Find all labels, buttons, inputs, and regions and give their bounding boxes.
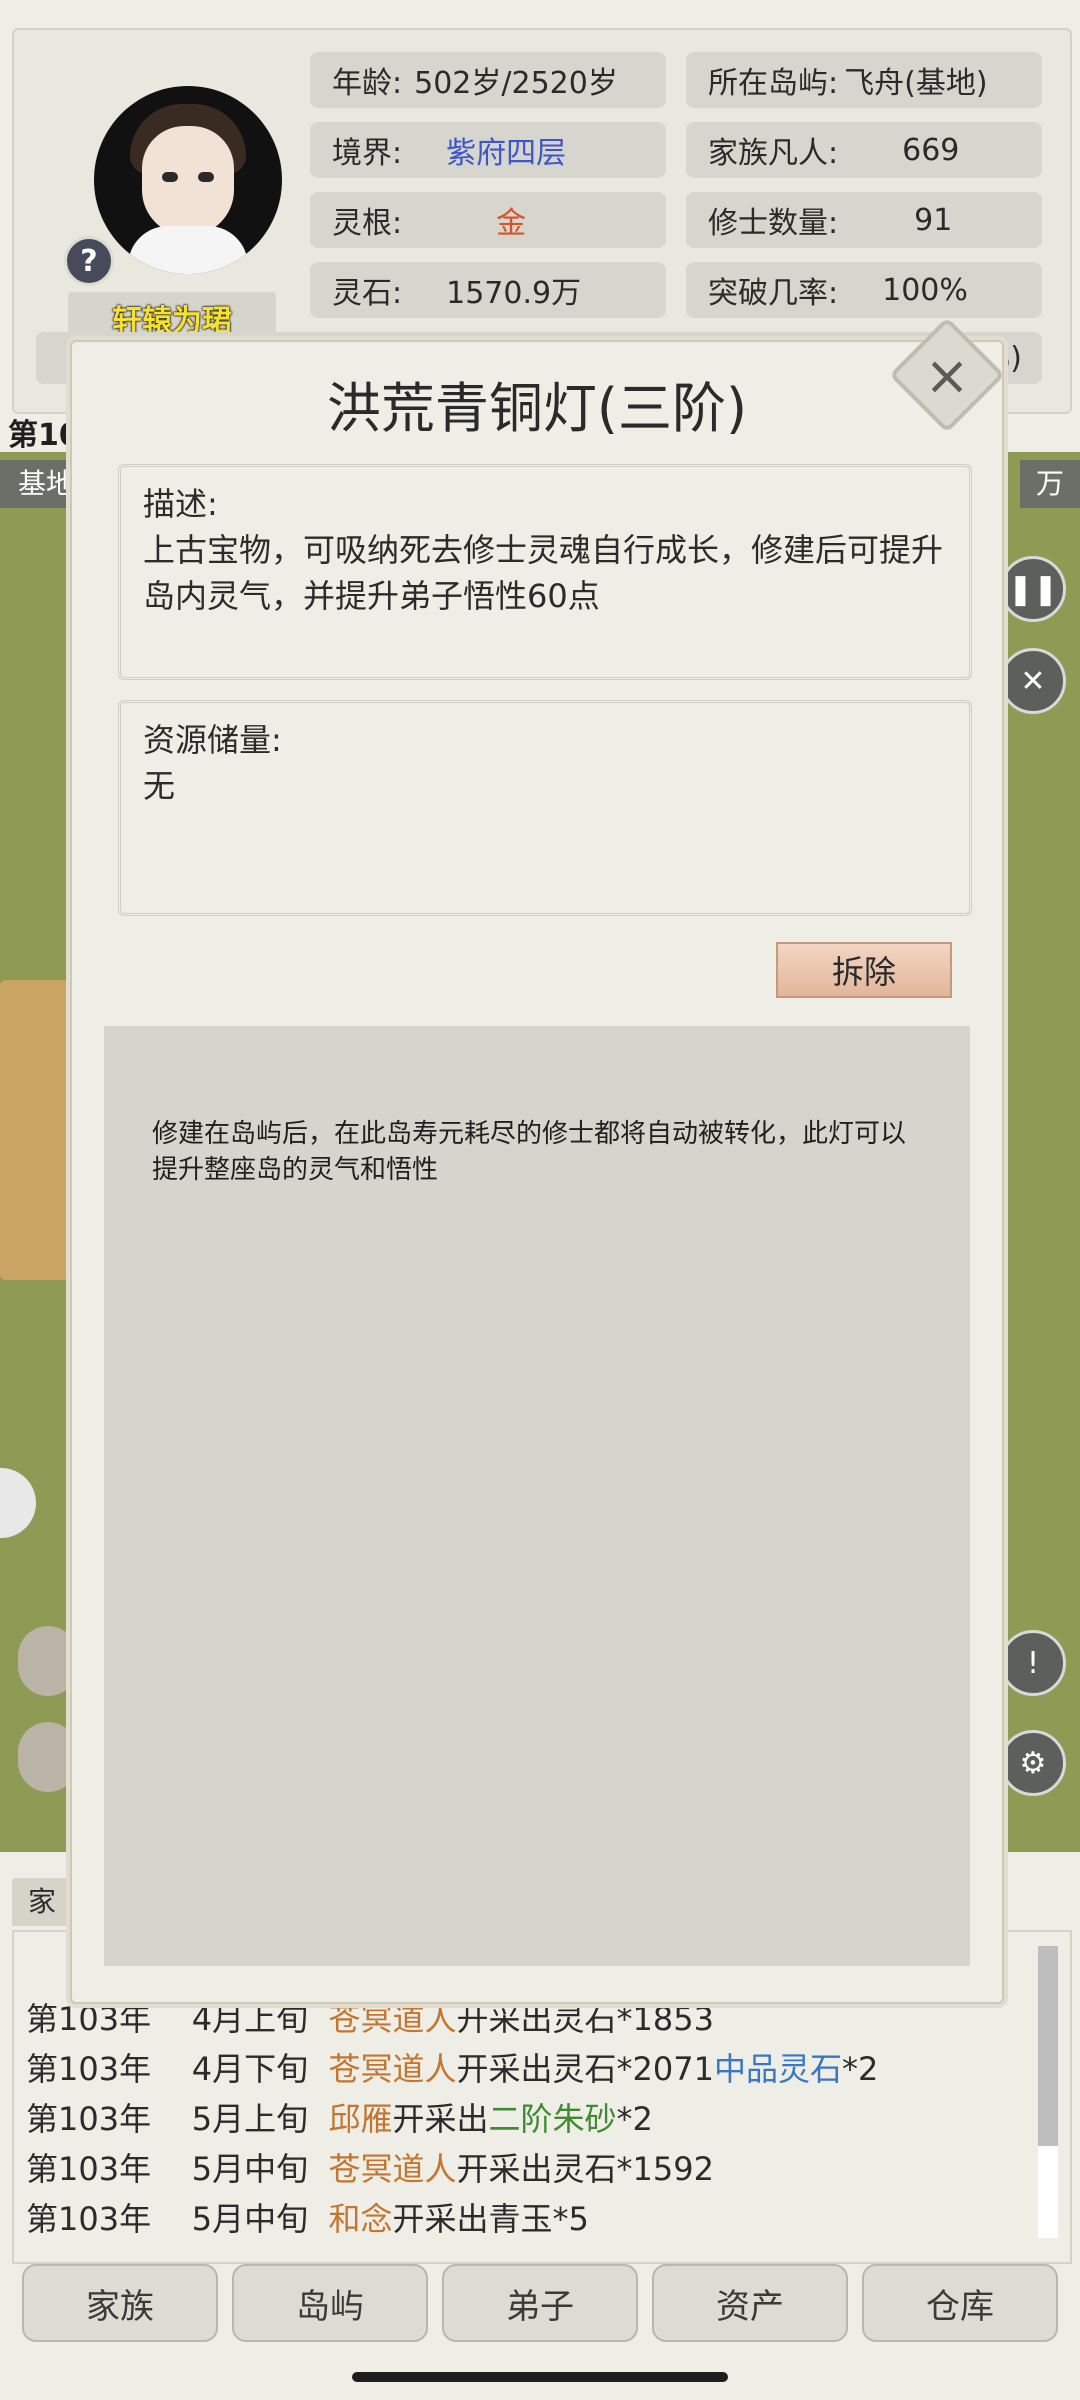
nav-disciples-button[interactable]: 弟子 [442,2264,638,2342]
bottom-nav: 家族 岛屿 弟子 资产 仓库 [0,2264,1080,2354]
breakthrough-value: 100% [882,272,968,308]
mortals-label: 家族凡人: [708,136,839,171]
log-period: 5月中旬 [191,2150,309,2188]
building-detail-dialog: 洪荒青铜灯(三阶) × 描述: 上古宝物，可吸纳死去修士灵魂自行成长，修建后可提… [70,317,1005,2004]
log-text: 开采出青玉*5 [392,2200,589,2238]
disciples-shortcut-button[interactable] [18,1626,78,1696]
breakthrough-stat: 突破几率: 100% [686,262,1042,318]
realm-stat: 境界: 紫府四层 [310,122,666,178]
map-year-tag: 第10 [8,418,80,453]
resources-box: 资源储量: 无 [118,700,972,916]
log-text: 开采出灵石*2071 [456,2050,714,2088]
log-item-count: *2 [841,2050,879,2088]
mortals-stat: 家族凡人: 669 [686,122,1042,178]
log-period: 5月上旬 [191,2100,309,2138]
log-actor: 苍冥道人 [328,2050,457,2088]
log-scrollbar[interactable] [1038,1946,1058,2238]
avatar-face [142,126,234,236]
log-period: 4月下旬 [191,2050,309,2088]
log-item: 二阶朱砂 [488,2100,617,2138]
mortals-value: 669 [902,132,960,168]
log-item-count: *2 [616,2100,653,2138]
log-entry: 第103年 5月上旬 邱雁开采出二阶朱砂*2 [26,2094,653,2140]
nav-islands-button[interactable]: 岛屿 [232,2264,428,2342]
spirit-root-stat: 灵根: 金 [310,192,666,248]
log-actor: 苍冥道人 [328,2150,457,2188]
dialog-title: 洪荒青铜灯(三阶) [326,377,748,440]
log-period: 4月上旬 [191,2000,309,2038]
log-text: 开采出 [392,2100,489,2138]
close-icon[interactable]: ✕ [1000,648,1066,714]
log-actor: 邱雁 [328,2100,393,2138]
cultivators-label: 修士数量: [708,206,839,241]
close-icon: × [924,343,970,407]
age-value: 502岁/2520岁 [414,66,618,101]
log-actor: 苍冥道人 [328,2000,457,2038]
description-label: 描述: [143,485,218,523]
pause-icon[interactable]: ❚❚ [1000,556,1066,622]
realm-label: 境界: [332,136,403,171]
home-indicator[interactable] [352,2372,728,2382]
log-entry: 第103年 4月下旬 苍冥道人开采出灵石*2071中品灵石*2 [26,2044,878,2090]
log-entry: 第103年 5月中旬 和念开采出青玉*5 [26,2194,589,2240]
resources-value: 无 [143,767,176,805]
cultivators-stat: 修士数量: 91 [686,192,1042,248]
log-entry: 第103年 5月中旬 苍冥道人开采出灵石*1592 [26,2144,714,2190]
island-value: 飞舟(基地) [844,66,988,101]
log-period: 5月中旬 [191,2200,309,2238]
nav-warehouse-button[interactable]: 仓库 [862,2264,1058,2342]
island-label: 所在岛屿: [708,66,839,101]
cultivators-value: 91 [914,202,953,238]
description-text: 上古宝物，可吸纳死去修士灵魂自行成长，修建后可提升岛内灵气，并提升弟子悟性60点 [143,531,944,615]
map-building[interactable] [0,980,70,1280]
spirit-stones-value: 1570.9万 [446,276,582,311]
build-shortcut-button[interactable] [18,1722,78,1792]
resources-label: 资源储量: [143,721,282,759]
log-text: 开采出灵石*1853 [456,2000,714,2038]
log-tab[interactable]: 家 [12,1878,72,1926]
log-year: 第103年 [26,2150,152,2188]
description-box: 描述: 上古宝物，可吸纳死去修士灵魂自行成长，修建后可提升岛内灵气，并提升弟子悟… [118,464,972,680]
dismantle-button[interactable]: 拆除 [776,942,952,998]
log-year: 第103年 [26,2200,152,2238]
realm-value: 紫府四层 [446,136,567,171]
log-text: 开采出灵石*1592 [456,2150,714,2188]
nav-family-button[interactable]: 家族 [22,2264,218,2342]
question-icon[interactable]: ? [64,236,114,286]
log-year: 第103年 [26,2100,152,2138]
character-avatar[interactable] [94,86,282,274]
avatar-robe [128,226,248,274]
map-base-tag[interactable]: 基地 [0,460,78,508]
log-year: 第103年 [26,2050,152,2088]
spirit-root-label: 灵根: [332,206,403,241]
log-year: 第103年 [26,2000,152,2038]
map-wan-tag: 万 [1020,460,1080,508]
avatar-eye-right [198,172,214,182]
island-stat: 所在岛屿: 飞舟(基地) [686,52,1042,108]
log-item: 中品灵石 [713,2050,842,2088]
log-scrollbar-thumb[interactable] [1038,2146,1058,2238]
spirit-root-value: 金 [496,206,527,241]
age-label: 年龄: [332,66,403,101]
log-actor: 和念 [328,2200,393,2238]
avatar-eye-left [162,172,178,182]
age-stat: 年龄: 502岁/2520岁 [310,52,666,108]
spirit-stones-label: 灵石: [332,276,403,311]
settings-gear-icon[interactable]: ⚙ [1000,1730,1066,1796]
breakthrough-label: 突破几率: [708,276,839,311]
info-text: 修建在岛屿后，在此岛寿元耗尽的修士都将自动被转化，此灯可以提升整座岛的灵气和悟性 [152,1119,907,1185]
alert-icon[interactable]: ! [1000,1630,1066,1696]
info-panel: 修建在岛屿后，在此岛寿元耗尽的修士都将自动被转化，此灯可以提升整座岛的灵气和悟性 [104,1026,970,1966]
spirit-stones-stat: 灵石: 1570.9万 [310,262,666,318]
nav-assets-button[interactable]: 资产 [652,2264,848,2342]
